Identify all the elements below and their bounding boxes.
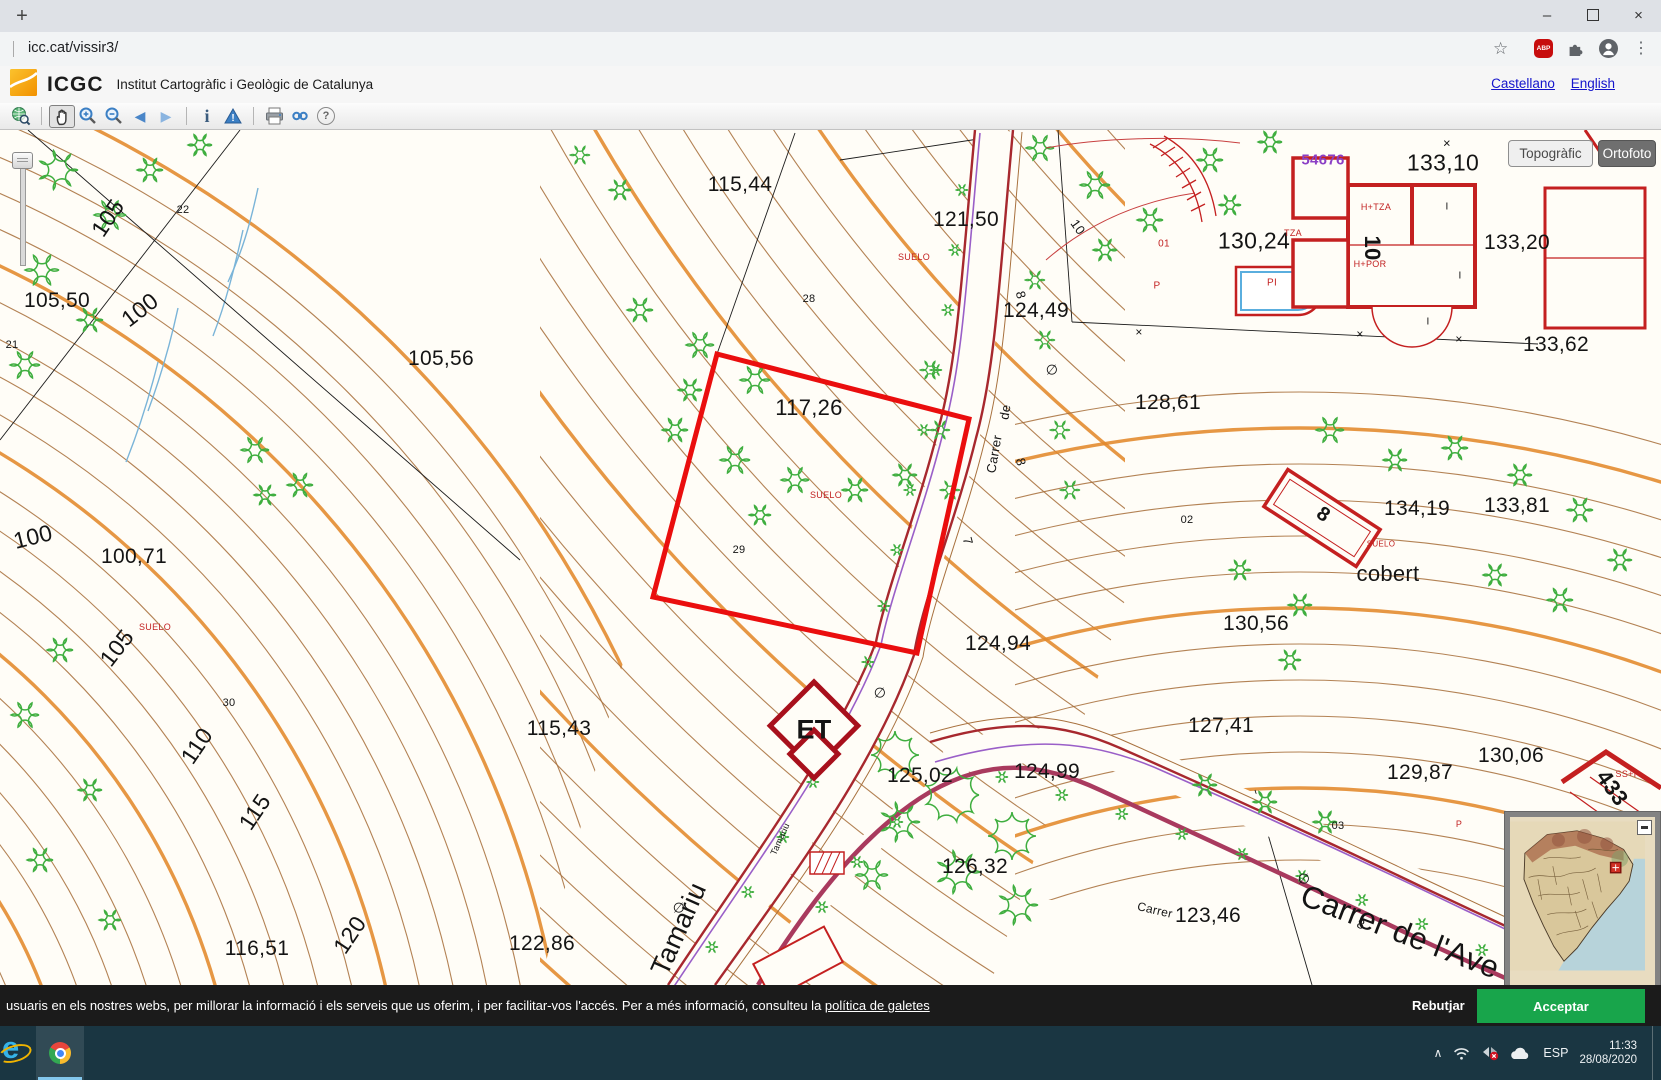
minimize-button[interactable]: – bbox=[1524, 0, 1570, 30]
taskbar: e ∧ ESP 11:33 28/08/2020 bbox=[0, 1026, 1661, 1080]
clock-date: 28/08/2020 bbox=[1579, 1054, 1637, 1066]
language-link-castellano[interactable]: Castellano bbox=[1491, 76, 1555, 91]
overview-minimize-button[interactable] bbox=[1637, 820, 1652, 835]
language-links: Castellano English bbox=[1479, 76, 1615, 91]
browser-tab-strip: + – × bbox=[0, 0, 1661, 32]
clock[interactable]: 11:33 28/08/2020 bbox=[1579, 1039, 1637, 1067]
next-view-icon[interactable]: ▶ bbox=[153, 105, 179, 128]
pan-hand-icon[interactable] bbox=[49, 105, 75, 128]
zoom-slider-handle[interactable] bbox=[12, 152, 33, 169]
clock-time: 11:33 bbox=[1609, 1040, 1637, 1052]
browser-menu-icon[interactable]: ⋮ bbox=[1633, 38, 1649, 58]
warning-icon[interactable]: ! bbox=[220, 105, 246, 128]
close-button[interactable]: × bbox=[1616, 0, 1661, 30]
toolbar-separator bbox=[186, 107, 187, 125]
cookie-banner: usuaris en els nostres webs, per millora… bbox=[0, 985, 1661, 1026]
zoom-slider[interactable] bbox=[20, 158, 26, 266]
feature-info-icon[interactable]: i bbox=[194, 105, 220, 128]
app-header: ICGC Institut Cartogràfic i Geològic de … bbox=[0, 66, 1661, 104]
permalink-icon[interactable] bbox=[287, 105, 313, 128]
cloud-icon[interactable] bbox=[1510, 1047, 1532, 1060]
onedrive-sync-error-icon[interactable] bbox=[1481, 1045, 1499, 1061]
initial-extent-icon[interactable] bbox=[8, 105, 34, 128]
zoom-in-icon[interactable] bbox=[75, 105, 101, 128]
svg-text:!: ! bbox=[231, 113, 234, 124]
reject-button[interactable]: Rebutjar bbox=[1396, 985, 1481, 1026]
site-title: Institut Cartogràfic i Geològic de Catal… bbox=[117, 77, 374, 92]
maximize-button[interactable] bbox=[1570, 0, 1616, 30]
map-canvas[interactable]: 105,501001052221105,56100,71100105110115… bbox=[0, 130, 1661, 985]
toolbar-separator bbox=[253, 107, 254, 125]
icgc-logo bbox=[10, 69, 37, 101]
map-toolbar: ◀ ▶ i ! ? bbox=[0, 103, 1661, 130]
tray-chevron-icon[interactable]: ∧ bbox=[1434, 1046, 1443, 1060]
print-icon[interactable] bbox=[261, 105, 287, 128]
url-text[interactable]: icc.cat/vissir3/ bbox=[28, 40, 118, 56]
brand-text: ICGC bbox=[47, 73, 104, 97]
bookmark-star-icon[interactable]: ☆ bbox=[1493, 39, 1508, 59]
basemap-topografic-button[interactable]: Topogràfic bbox=[1508, 140, 1593, 167]
chrome-logo-icon bbox=[49, 1042, 71, 1064]
chrome-taskbar-icon[interactable] bbox=[36, 1026, 84, 1080]
basemap-ortofoto-button[interactable]: Ortofoto bbox=[1598, 140, 1656, 167]
system-tray: ∧ ESP 11:33 28/08/2020 bbox=[1434, 1026, 1653, 1080]
accept-button[interactable]: Acceptar bbox=[1477, 989, 1645, 1023]
maximize-icon bbox=[1587, 9, 1599, 21]
profile-avatar-icon[interactable] bbox=[1599, 39, 1618, 63]
url-bar[interactable]: icc.cat/vissir3/ ☆ ABP ⋮ bbox=[0, 32, 1661, 67]
cookie-message: usuaris en els nostres webs, per millora… bbox=[6, 998, 930, 1013]
zoom-out-icon[interactable] bbox=[101, 105, 127, 128]
extensions-icon[interactable] bbox=[1568, 40, 1585, 62]
help-icon[interactable]: ? bbox=[313, 105, 339, 128]
url-caret bbox=[13, 41, 14, 57]
cookie-policy-link[interactable]: política de galetes bbox=[825, 998, 930, 1013]
show-desktop-button[interactable] bbox=[1652, 1026, 1653, 1080]
adblock-extension-icon[interactable]: ABP bbox=[1534, 39, 1553, 58]
language-indicator[interactable]: ESP bbox=[1543, 1046, 1568, 1060]
overview-marker bbox=[1611, 862, 1621, 872]
overview-map[interactable] bbox=[1505, 812, 1660, 985]
internet-explorer-taskbar-icon[interactable]: e bbox=[0, 1036, 34, 1070]
previous-view-icon[interactable]: ◀ bbox=[127, 105, 153, 128]
stream-lines bbox=[126, 188, 258, 462]
new-tab-button[interactable]: + bbox=[10, 4, 34, 28]
wifi-icon[interactable] bbox=[1453, 1046, 1470, 1061]
language-link-english[interactable]: English bbox=[1571, 76, 1615, 91]
toolbar-separator bbox=[41, 107, 42, 125]
